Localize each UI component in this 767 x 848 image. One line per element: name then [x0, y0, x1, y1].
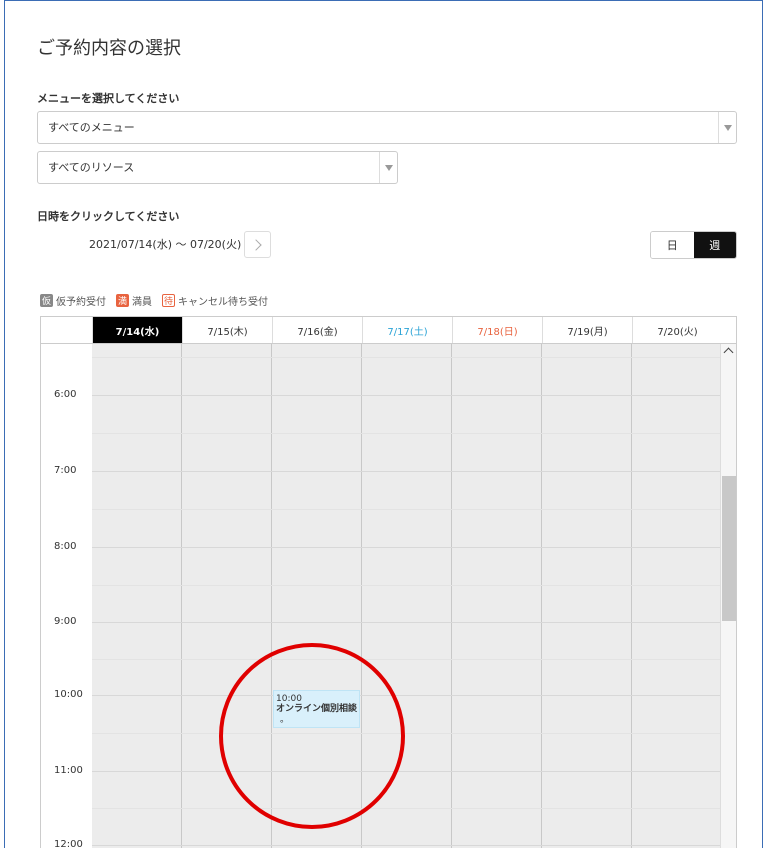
legend-item-machi: 待 キャンセル待ち受付 [162, 293, 268, 308]
grid-line [92, 471, 720, 472]
calendar-body: 6:00 7:00 8:00 9:00 10:00 11:00 12:00 [41, 344, 736, 848]
chevron-right-icon [250, 238, 262, 251]
grid-line [92, 771, 720, 772]
event-title-tail: 。 [280, 714, 290, 725]
resource-select-arrow[interactable] [379, 152, 397, 183]
grid-line [92, 433, 720, 434]
event-time: 10:00 [276, 694, 302, 704]
day-header-2[interactable]: 7/16(金) [272, 317, 362, 343]
grid-line [92, 509, 720, 510]
page-title: ご予約内容の選択 [37, 38, 181, 59]
legend-item-kari: 仮 仮予約受付 [40, 293, 106, 308]
grid-line [92, 659, 720, 660]
grid-line [92, 622, 720, 623]
view-toggle: 日 週 [650, 231, 737, 259]
menu-select[interactable]: すべてのメニュー [37, 111, 737, 144]
grid-line [92, 547, 720, 548]
resource-select[interactable]: すべてのリソース [37, 151, 398, 184]
event-title: オンライン個別相談 [276, 704, 358, 715]
day-header-4[interactable]: 7/18(日) [452, 317, 542, 343]
grid-divider [451, 344, 452, 848]
time-label: 6:00 [54, 389, 77, 400]
chevron-down-icon [384, 164, 393, 171]
week-view-button[interactable]: 週 [693, 232, 736, 258]
time-label: 10:00 [54, 689, 83, 700]
menu-section-label: メニューを選択してください [37, 92, 180, 105]
time-label: 8:00 [54, 541, 77, 552]
grid-line [92, 808, 720, 809]
date-range: 2021/07/14(水) ～ 07/20(火) [89, 238, 242, 251]
calendar-event[interactable]: 10:00 オンライン個別相談 。 [273, 690, 360, 728]
grid-divider [361, 344, 362, 848]
calendar-header: 7/14(水) 7/15(木) 7/16(金) 7/17(土) 7/18(日) … [41, 317, 736, 344]
day-view-button[interactable]: 日 [651, 232, 694, 258]
grid-line [92, 733, 720, 734]
grid-divider [181, 344, 182, 848]
time-label: 7:00 [54, 465, 77, 476]
next-week-button[interactable] [244, 231, 271, 258]
grid-line [92, 395, 720, 396]
day-header-6[interactable]: 7/20(火) [632, 317, 722, 343]
time-label: 9:00 [54, 616, 77, 627]
grid-divider [271, 344, 272, 848]
kari-badge: 仮 [40, 294, 53, 307]
legend: 仮 仮予約受付 満 満員 待 キャンセル待ち受付 [40, 293, 278, 308]
calendar-scrollbar[interactable] [720, 344, 736, 848]
menu-select-value: すべてのメニュー [48, 121, 135, 134]
day-header-3[interactable]: 7/17(土) [362, 317, 452, 343]
scrollbar-thumb[interactable] [722, 476, 736, 621]
resource-select-value: すべてのリソース [48, 161, 135, 174]
datetime-section-label: 日時をクリックしてください [37, 210, 180, 223]
grid-divider [631, 344, 632, 848]
grid-divider [541, 344, 542, 848]
grid-line [92, 845, 720, 846]
week-calendar: 7/14(水) 7/15(木) 7/16(金) 7/17(土) 7/18(日) … [40, 316, 737, 848]
time-column: 6:00 7:00 8:00 9:00 10:00 11:00 12:00 [41, 344, 92, 848]
time-label: 11:00 [54, 765, 83, 776]
chevron-down-icon [723, 124, 732, 131]
legend-label: 仮予約受付 [56, 297, 106, 308]
grid-line [92, 357, 720, 358]
time-label: 12:00 [54, 839, 83, 848]
day-header-5[interactable]: 7/19(月) [542, 317, 632, 343]
legend-item-man: 満 満員 [116, 293, 152, 308]
machi-badge: 待 [162, 294, 175, 307]
man-badge: 満 [116, 294, 129, 307]
day-header-0[interactable]: 7/14(水) [92, 317, 182, 343]
day-header-1[interactable]: 7/15(木) [182, 317, 272, 343]
time-grid[interactable] [92, 344, 720, 848]
grid-line [92, 585, 720, 586]
legend-label: 満員 [132, 297, 152, 308]
legend-label: キャンセル待ち受付 [178, 297, 268, 308]
chevron-up-icon[interactable] [723, 347, 734, 358]
menu-select-arrow[interactable] [718, 112, 736, 143]
grid-line [92, 695, 720, 696]
